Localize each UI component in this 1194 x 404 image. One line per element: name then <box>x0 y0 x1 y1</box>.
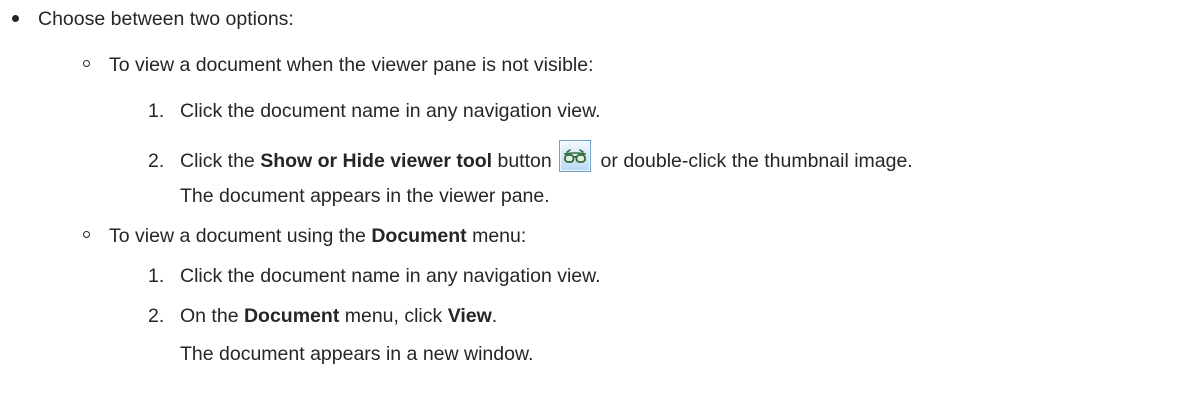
option-menu-step2-text: On the Document menu, click View. <box>180 302 497 330</box>
intro-text: Choose between two options: <box>38 5 294 33</box>
menu-step2-prefix: On the <box>180 305 244 327</box>
document-menu-name: Document <box>243 305 340 327</box>
menu-step2-suffix: . <box>491 305 498 327</box>
option-menu-step2-result: The document appears in a new window. <box>180 340 533 368</box>
option-viewer-step2-number: 2. <box>148 150 165 172</box>
bullet-circle-icon <box>83 231 90 238</box>
option-menu-result-label: The document appears in a new window. <box>180 343 534 365</box>
bullet-circle-icon <box>83 60 90 67</box>
step2-prefix: Click the <box>180 150 261 172</box>
option-viewer-step1-label: Click the document name in any navigatio… <box>180 100 601 122</box>
step2-middle: button <box>492 150 552 172</box>
option-viewer-step2-text: Click the Show or Hide viewer tool butto… <box>180 139 913 175</box>
option-viewer-step2-result: The document appears in the viewer pane. <box>180 182 550 210</box>
option-menu-prefix: To view a document using the <box>109 225 372 247</box>
option-menu-suffix: menu: <box>466 225 527 247</box>
document-menu-label: Document <box>371 225 467 247</box>
menu-step2-middle: menu, click <box>339 305 448 327</box>
bullet-dot-icon <box>12 15 19 22</box>
option-viewer-heading: To view a document when the viewer pane … <box>109 51 594 79</box>
view-command-label: View <box>447 305 492 327</box>
option-menu-step1-text: Click the document name in any navigatio… <box>180 262 601 290</box>
option-menu-heading: To view a document using the Document me… <box>109 222 526 250</box>
show-hide-viewer-tool-label: Show or Hide viewer tool <box>260 150 493 172</box>
option-viewer-step1-text: Click the document name in any navigatio… <box>180 97 601 125</box>
option-menu-step1-label: Click the document name in any navigatio… <box>180 265 601 287</box>
option-viewer-result-label: The document appears in the viewer pane. <box>180 185 550 207</box>
intro-label: Choose between two options: <box>38 8 294 30</box>
show-hide-viewer-glasses-icon[interactable] <box>559 139 592 172</box>
step2-suffix: or double-click the thumbnail image. <box>595 150 913 172</box>
option-viewer-label: To view a document when the viewer pane … <box>109 54 594 76</box>
option-viewer-step1-number: 1. <box>148 100 165 122</box>
option-menu-step2-number: 2. <box>148 305 165 327</box>
option-menu-step1-number: 1. <box>148 265 165 287</box>
